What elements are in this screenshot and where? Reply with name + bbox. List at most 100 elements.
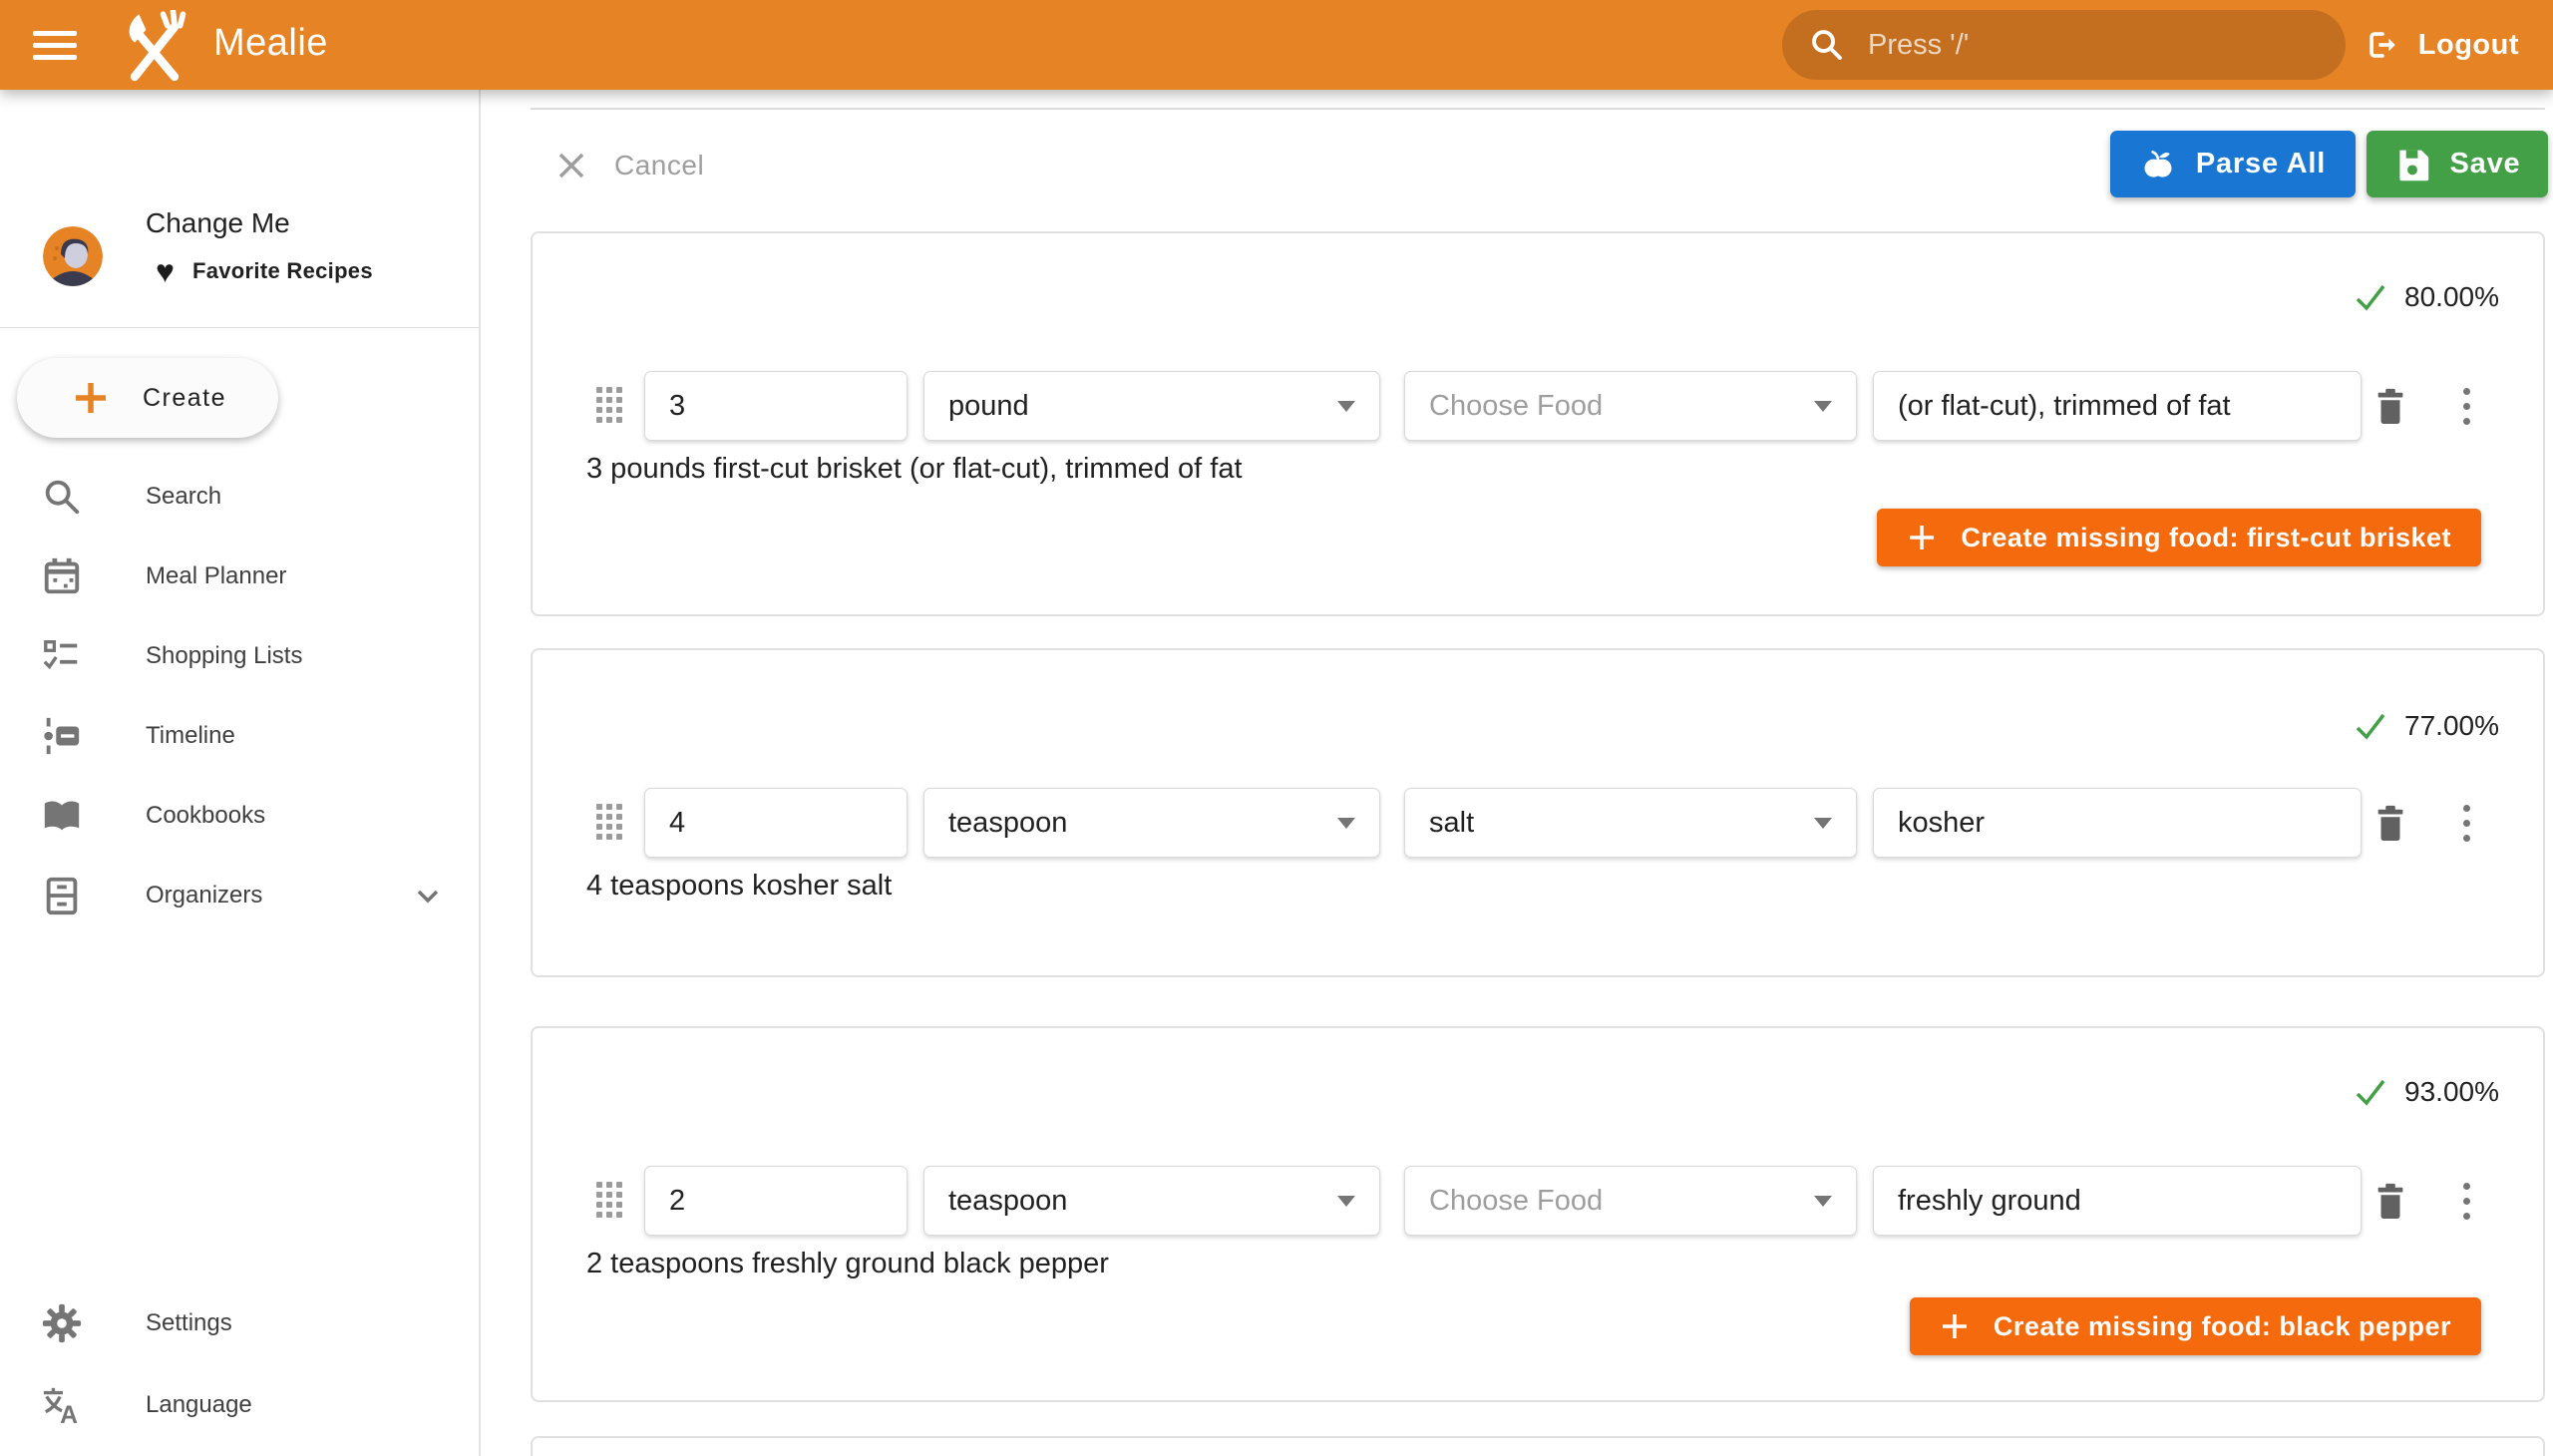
mealie-app: Mealie Press '/' Logout: [0, 0, 2553, 1456]
delete-button[interactable]: [2368, 1178, 2413, 1224]
cabinet-icon: [40, 874, 84, 917]
chevron-down-icon: [1814, 818, 1832, 829]
book-open-icon: [40, 794, 84, 838]
sidebar-item-dark-mode[interactable]: Dark Mode: [0, 1446, 479, 1456]
food-select[interactable]: salt: [1404, 788, 1857, 858]
chevron-down-icon[interactable]: [411, 879, 445, 912]
apple-icon: [2140, 147, 2176, 182]
gear-icon: [40, 1301, 84, 1345]
sidebar-divider: [0, 327, 479, 328]
favorite-recipes-link[interactable]: ♥ Favorite Recipes: [156, 255, 373, 287]
note-field[interactable]: [1873, 788, 2362, 858]
parsed-ingredient-text: 2 teaspoons freshly ground black pepper: [586, 1248, 1109, 1280]
chevron-down-icon: [1814, 401, 1832, 412]
sidebar-item-search[interactable]: Search: [0, 457, 479, 537]
more-options-icon[interactable]: [2443, 1178, 2489, 1224]
sidebar-item-language[interactable]: A Language: [0, 1364, 479, 1446]
note-input[interactable]: [1898, 1185, 2337, 1218]
note-input[interactable]: [1898, 807, 2337, 840]
timeline-icon: [40, 714, 84, 758]
check-icon: [2353, 1074, 2388, 1110]
chevron-down-icon: [1814, 1196, 1832, 1207]
confidence-value: 80.00%: [2404, 281, 2499, 313]
menu-icon[interactable]: [33, 23, 81, 67]
create-button[interactable]: Create: [17, 358, 278, 438]
food-placeholder: Choose Food: [1429, 390, 1603, 423]
check-icon: [2353, 708, 2388, 744]
logout-button[interactable]: Logout: [2351, 12, 2531, 78]
food-placeholder: Choose Food: [1429, 1185, 1603, 1218]
sidebar-item-cookbooks[interactable]: Cookbooks: [0, 776, 479, 856]
calendar-icon: [40, 554, 84, 598]
checklist-icon: [40, 634, 84, 678]
cancel-label: Cancel: [614, 150, 704, 182]
quantity-field[interactable]: [644, 1166, 908, 1236]
confidence-value: 77.00%: [2404, 710, 2499, 742]
save-label: Save: [2450, 148, 2521, 181]
ingredient-card: 77.00% teaspoon salt 4 teaspoons kosher …: [531, 648, 2545, 977]
food-select[interactable]: Choose Food: [1404, 1166, 1857, 1236]
cancel-button[interactable]: Cancel: [554, 138, 704, 193]
drag-handle-icon[interactable]: [596, 387, 622, 423]
quantity-field[interactable]: [644, 371, 908, 441]
create-missing-food-button[interactable]: Create missing food: first-cut brisket: [1877, 509, 2481, 566]
sidebar-nav: Search Meal Planner Shopping Lists Timel…: [0, 457, 479, 935]
create-label: Create: [143, 384, 226, 413]
search-placeholder: Press '/': [1868, 29, 1969, 62]
top-app-bar: Mealie Press '/' Logout: [0, 0, 2553, 90]
parse-all-button[interactable]: Parse All: [2110, 131, 2356, 197]
drag-handle-icon[interactable]: [596, 1182, 622, 1218]
delete-button[interactable]: [2368, 800, 2413, 846]
create-missing-food-button[interactable]: Create missing food: black pepper: [1910, 1297, 2481, 1355]
more-options-icon[interactable]: [2443, 383, 2489, 429]
avatar[interactable]: [43, 226, 103, 286]
close-icon: [554, 149, 588, 182]
heart-icon: ♥: [156, 255, 175, 287]
mealie-logo-icon: [118, 10, 191, 84]
sidebar-item-settings[interactable]: Settings: [0, 1282, 479, 1364]
app-title: Mealie: [213, 22, 328, 65]
food-select[interactable]: Choose Food: [1404, 371, 1857, 441]
unit-value: pound: [948, 390, 1029, 423]
more-options-icon[interactable]: [2443, 800, 2489, 846]
unit-select[interactable]: pound: [923, 371, 1380, 441]
drag-handle-icon[interactable]: [596, 804, 622, 840]
unit-value: teaspoon: [948, 807, 1067, 840]
logout-label: Logout: [2418, 29, 2519, 62]
quantity-input[interactable]: [669, 390, 883, 423]
create-missing-food-label: Create missing food: black pepper: [1994, 1311, 2451, 1342]
unit-value: teaspoon: [948, 1185, 1067, 1218]
ingredient-card-partial: [531, 1436, 2545, 1456]
quantity-input[interactable]: [669, 807, 883, 840]
save-icon: [2394, 147, 2430, 182]
quantity-input[interactable]: [669, 1185, 883, 1218]
food-value: salt: [1429, 807, 1474, 840]
user-name: Change Me: [146, 207, 290, 239]
unit-select[interactable]: teaspoon: [923, 1166, 1380, 1236]
search-icon: [1808, 26, 1846, 64]
ingredient-card: 80.00% pound Choose Food 3 pounds first-…: [531, 231, 2545, 616]
logout-icon: [2363, 25, 2402, 65]
note-input[interactable]: [1898, 390, 2337, 423]
sidebar-item-organizers[interactable]: Organizers: [0, 856, 479, 935]
delete-button[interactable]: [2368, 383, 2413, 429]
search-bar[interactable]: Press '/': [1782, 10, 2346, 80]
parsed-ingredient-text: 4 teaspoons kosher salt: [586, 870, 892, 903]
chevron-down-icon: [1337, 818, 1355, 829]
quantity-field[interactable]: [644, 788, 908, 858]
chevron-down-icon: [1337, 1196, 1355, 1207]
create-missing-food-label: Create missing food: first-cut brisket: [1961, 523, 2451, 553]
check-icon: [2353, 279, 2388, 315]
note-field[interactable]: [1873, 371, 2362, 441]
sidebar-item-shopping-lists[interactable]: Shopping Lists: [0, 616, 479, 696]
sidebar-item-meal-planner[interactable]: Meal Planner: [0, 537, 479, 616]
sidebar: Change Me ♥ Favorite Recipes Create Sear…: [0, 90, 481, 1456]
plus-icon: [1940, 1311, 1970, 1341]
unit-select[interactable]: teaspoon: [923, 788, 1380, 858]
parse-all-label: Parse All: [2196, 148, 2326, 181]
sidebar-item-timeline[interactable]: Timeline: [0, 696, 479, 776]
svg-text:A: A: [60, 1402, 78, 1426]
note-field[interactable]: [1873, 1166, 2362, 1236]
save-button[interactable]: Save: [2367, 131, 2548, 197]
confidence-indicator: 77.00%: [2353, 708, 2499, 744]
